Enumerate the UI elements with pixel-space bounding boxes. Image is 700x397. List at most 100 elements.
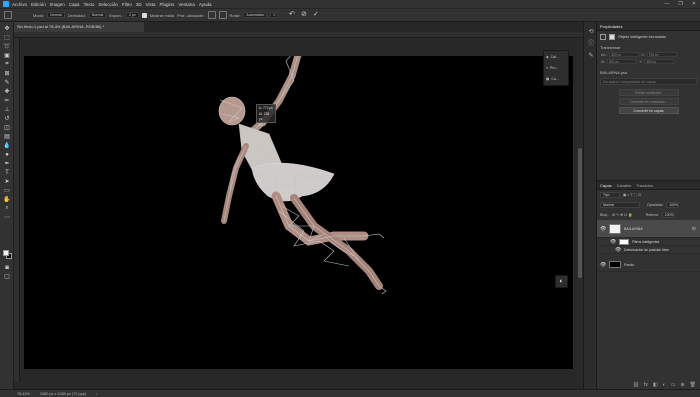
brush-settings-icon[interactable]: ✎ bbox=[587, 52, 595, 60]
cancel-icon[interactable]: ⊘ bbox=[299, 11, 308, 19]
properties-tab[interactable]: Propiedades bbox=[600, 24, 622, 29]
dancer-image[interactable] bbox=[24, 56, 573, 369]
convert-to-layers-button[interactable]: Convertir en capas bbox=[618, 107, 679, 114]
pixel-layer-icon[interactable] bbox=[600, 34, 606, 40]
healing-brush-icon[interactable]: ✚ bbox=[3, 88, 11, 95]
hand-tool-icon[interactable]: ✋ bbox=[3, 196, 11, 203]
rotar-select[interactable]: Automático bbox=[243, 12, 268, 18]
blend-mode-select[interactable]: Normal bbox=[600, 202, 640, 208]
gradient-tool-icon[interactable]: ▤ bbox=[3, 133, 11, 140]
menu-vista[interactable]: Vista bbox=[146, 2, 156, 7]
shape-tool-icon[interactable]: ▭ bbox=[3, 187, 11, 194]
angle-field[interactable]: 0 bbox=[270, 12, 279, 18]
dodge-tool-icon[interactable]: ● bbox=[3, 151, 11, 158]
visibility-eye-icon[interactable]: 👁 bbox=[610, 239, 616, 245]
document-tab[interactable]: Sin título-1.psd al 78,4% (BAILARINA, RG… bbox=[14, 22, 144, 32]
width-field[interactable]: 620 px bbox=[609, 52, 640, 57]
blur-tool-icon[interactable]: 💧 bbox=[3, 142, 11, 149]
floating-panel-calc[interactable]: ◈ Cal... bbox=[544, 51, 568, 62]
smart-filters-row[interactable]: 👁 Filtros inteligentes bbox=[597, 238, 700, 246]
close-window-button[interactable]: ✕ bbox=[692, 1, 696, 7]
artboard[interactable] bbox=[24, 56, 573, 369]
expansion-field[interactable]: 2 px bbox=[125, 12, 139, 18]
menu-archivo[interactable]: Archivo bbox=[12, 2, 27, 7]
move-tool-icon[interactable]: ✥ bbox=[3, 25, 11, 32]
pin-front-icon[interactable] bbox=[207, 11, 216, 19]
eyedropper-tool-icon[interactable]: ✎ bbox=[3, 79, 11, 86]
menu-filtro[interactable]: Filtro bbox=[122, 2, 132, 7]
densidad-select[interactable]: Normal bbox=[88, 12, 107, 18]
visibility-eye-icon[interactable]: 👁 bbox=[600, 262, 606, 268]
path-select-tool-icon[interactable]: ➤ bbox=[3, 178, 11, 185]
foreground-color-swatch[interactable] bbox=[3, 250, 9, 256]
scroll-thumb[interactable] bbox=[578, 148, 582, 278]
layer-comp-select[interactable]: No aplicar composición de capas bbox=[600, 78, 697, 85]
tab-canales[interactable]: Canales bbox=[617, 183, 632, 188]
tool-preset-icon[interactable] bbox=[4, 11, 12, 19]
zoom-tool-icon[interactable]: ⌕ bbox=[3, 205, 11, 212]
menu-ayuda[interactable]: Ayuda bbox=[199, 2, 212, 7]
more-tools-icon[interactable]: ⋯ bbox=[3, 214, 11, 221]
fill-field[interactable]: 100% bbox=[661, 212, 675, 218]
lasso-tool-icon[interactable]: ➰ bbox=[3, 43, 11, 50]
new-layer-icon[interactable]: ⊕ bbox=[680, 382, 684, 388]
pin-back-icon[interactable] bbox=[218, 11, 227, 19]
undo-icon[interactable]: ↶ bbox=[287, 11, 296, 19]
clone-stamp-icon[interactable]: ⊥ bbox=[3, 106, 11, 113]
menu-texto[interactable]: Texto bbox=[84, 2, 95, 7]
type-tool-icon[interactable]: T bbox=[3, 169, 11, 176]
convert-to-linked-button[interactable]: Convertir en enlazado... bbox=[618, 98, 679, 105]
menu-imagen[interactable]: Imagen bbox=[50, 2, 65, 7]
height-field[interactable]: 691 px bbox=[607, 59, 638, 64]
photoshop-logo-icon[interactable] bbox=[3, 1, 9, 7]
menu-ventana[interactable]: Ventana bbox=[178, 2, 195, 7]
puppet-warp-filter-row[interactable]: 👁 Deformación de posición libre bbox=[597, 246, 700, 254]
layer-kind-filter[interactable]: Tipo bbox=[600, 192, 620, 198]
brush-tool-icon[interactable]: ✏ bbox=[3, 97, 11, 104]
smart-object-icon[interactable] bbox=[609, 34, 615, 40]
opacity-field[interactable]: 100% bbox=[666, 202, 680, 208]
minimize-button[interactable]: — bbox=[664, 1, 669, 7]
tab-capas[interactable]: Capas bbox=[600, 183, 612, 188]
pen-tool-icon[interactable]: ✒ bbox=[3, 160, 11, 167]
y-field[interactable]: 389 px bbox=[644, 59, 675, 64]
filter-icons[interactable]: ▣ ◐ T ⬚ ⊡ bbox=[623, 193, 641, 197]
add-mask-icon[interactable]: ◧ bbox=[653, 382, 658, 388]
link-layers-icon[interactable]: ⛓ bbox=[633, 382, 639, 388]
adjustment-layer-icon[interactable]: ◐ bbox=[663, 382, 666, 388]
menu-seleccion[interactable]: Selección bbox=[98, 2, 118, 7]
modo-select[interactable]: Normal bbox=[47, 12, 65, 18]
screen-mode-icon[interactable]: ▢ bbox=[3, 273, 11, 280]
marquee-tool-icon[interactable]: ⬚ bbox=[3, 34, 11, 41]
confirm-icon[interactable]: ✓ bbox=[311, 11, 320, 19]
menu-edicion[interactable]: Edición bbox=[31, 2, 46, 7]
object-select-tool-icon[interactable]: ▣ bbox=[3, 52, 11, 59]
status-arrow-icon[interactable]: › bbox=[96, 392, 97, 396]
menu-capa[interactable]: Capa bbox=[69, 2, 80, 7]
fx-icon[interactable]: fx bbox=[644, 382, 648, 388]
lock-icons[interactable]: ⊞ ✎ ✥ ⊡ 🔒 bbox=[612, 213, 633, 217]
layer-row-fondo[interactable]: 👁 Fondo bbox=[597, 258, 700, 272]
floating-panel-pro[interactable]: ≡ Pro... bbox=[544, 62, 568, 73]
frame-tool-icon[interactable]: ⊠ bbox=[3, 70, 11, 77]
floating-panel-ca[interactable]: ▦ Ca... bbox=[544, 73, 568, 84]
trash-icon[interactable]: 🗑 bbox=[690, 382, 696, 388]
mostrar-malla-checkbox[interactable] bbox=[141, 12, 147, 18]
tab-trazados[interactable]: Trazados bbox=[636, 183, 653, 188]
history-brush-icon[interactable]: ↺ bbox=[3, 115, 11, 122]
info-panel-icon[interactable]: ⓘ bbox=[587, 40, 595, 48]
new-group-icon[interactable]: ▭ bbox=[671, 382, 676, 388]
adjustments-mini-panel[interactable]: ◐ bbox=[555, 275, 568, 288]
crop-tool-icon[interactable]: ⌗ bbox=[3, 61, 11, 68]
menu-plugins[interactable]: Plugins bbox=[160, 2, 175, 7]
eraser-tool-icon[interactable]: ◫ bbox=[3, 124, 11, 131]
maximize-button[interactable]: ❐ bbox=[678, 1, 682, 7]
layer-row-bailarina[interactable]: 👁 BAILARINA ⊙ bbox=[597, 220, 700, 238]
edit-contents-button[interactable]: Editar contenido bbox=[618, 89, 679, 96]
zoom-level[interactable]: 78,43% bbox=[17, 392, 30, 396]
visibility-eye-icon[interactable]: 👁 bbox=[615, 247, 621, 253]
menu-3d[interactable]: 3D bbox=[136, 2, 142, 7]
quick-mask-icon[interactable]: ◙ bbox=[3, 264, 11, 271]
x-field[interactable]: 794 px bbox=[646, 52, 677, 57]
history-panel-icon[interactable]: ⟲ bbox=[587, 28, 595, 36]
